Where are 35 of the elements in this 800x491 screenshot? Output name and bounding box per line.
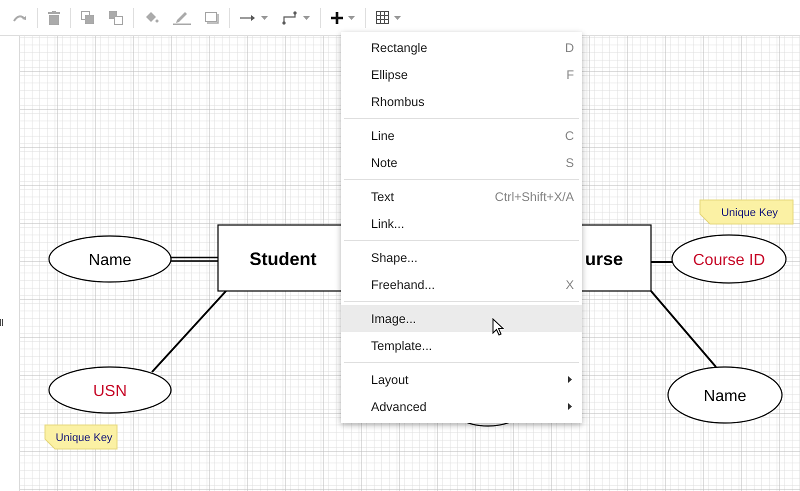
entity-label: Student (250, 249, 316, 269)
submenu-arrow-icon (568, 376, 572, 383)
caret-icon[interactable] (394, 16, 401, 20)
caret-icon[interactable] (303, 16, 310, 20)
table-icon[interactable] (376, 11, 389, 24)
menu-item[interactable]: Rhombus (341, 88, 582, 115)
note-label: Unique Key (721, 207, 778, 219)
menu-item[interactable]: Note S (341, 149, 582, 176)
menu-item[interactable]: Template... (341, 332, 582, 359)
attribute-label: Name (88, 252, 132, 269)
attribute-label: Course ID (692, 252, 766, 269)
menu-item[interactable]: Line C (341, 122, 582, 149)
connector-line (651, 261, 672, 263)
menu-item[interactable]: Advanced (341, 393, 582, 420)
attribute-label: USN (93, 383, 127, 400)
menu-item[interactable]: Link... (341, 210, 582, 237)
submenu-arrow-icon (568, 403, 572, 410)
caret-icon[interactable] (348, 16, 355, 20)
menu-item[interactable]: Layout (341, 366, 582, 393)
grip-icon[interactable] (0, 319, 3, 326)
menu-item[interactable]: Freehand... X (341, 271, 582, 298)
arrow-icon[interactable] (240, 14, 256, 22)
plus-icon[interactable] (331, 12, 343, 24)
menu-item[interactable]: Image... (341, 305, 582, 332)
caret-icon[interactable] (261, 16, 268, 20)
waypoint-icon[interactable] (282, 10, 298, 24)
note-label: Unique Key (56, 432, 112, 444)
connector-line (169, 256, 219, 262)
attribute-label: Name (704, 388, 746, 405)
mouse-cursor-icon (492, 318, 504, 336)
menu-item[interactable]: Ellipse F (341, 61, 582, 88)
menu-item[interactable]: Rectangle D (341, 34, 582, 61)
entity-label: urse (585, 249, 624, 269)
menu-item[interactable]: Shape... (341, 244, 582, 271)
menu-item[interactable]: Text Ctrl+Shift+X/A (341, 183, 582, 210)
